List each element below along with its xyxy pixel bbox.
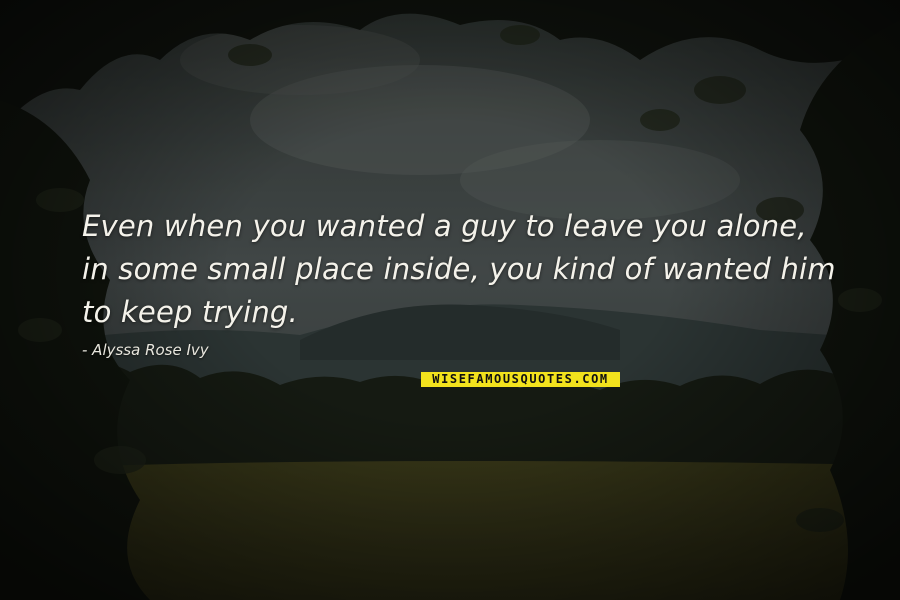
quote-line: Even when you wanted a guy to leave you … <box>82 209 807 243</box>
quote-text: Even when you wanted a guy to leave you … <box>82 205 842 334</box>
quote-author: - Alyssa Rose Ivy <box>82 341 209 359</box>
brand-logo: WISEFAMOUSQUOTES.COM <box>421 372 620 387</box>
brand-logo-text: WISEFAMOUSQUOTES.COM <box>432 372 609 386</box>
quote-card: Even when you wanted a guy to leave you … <box>0 0 900 600</box>
quote-line: in some small place inside, you kind of … <box>82 252 836 286</box>
quote-line: to keep trying. <box>82 295 298 329</box>
